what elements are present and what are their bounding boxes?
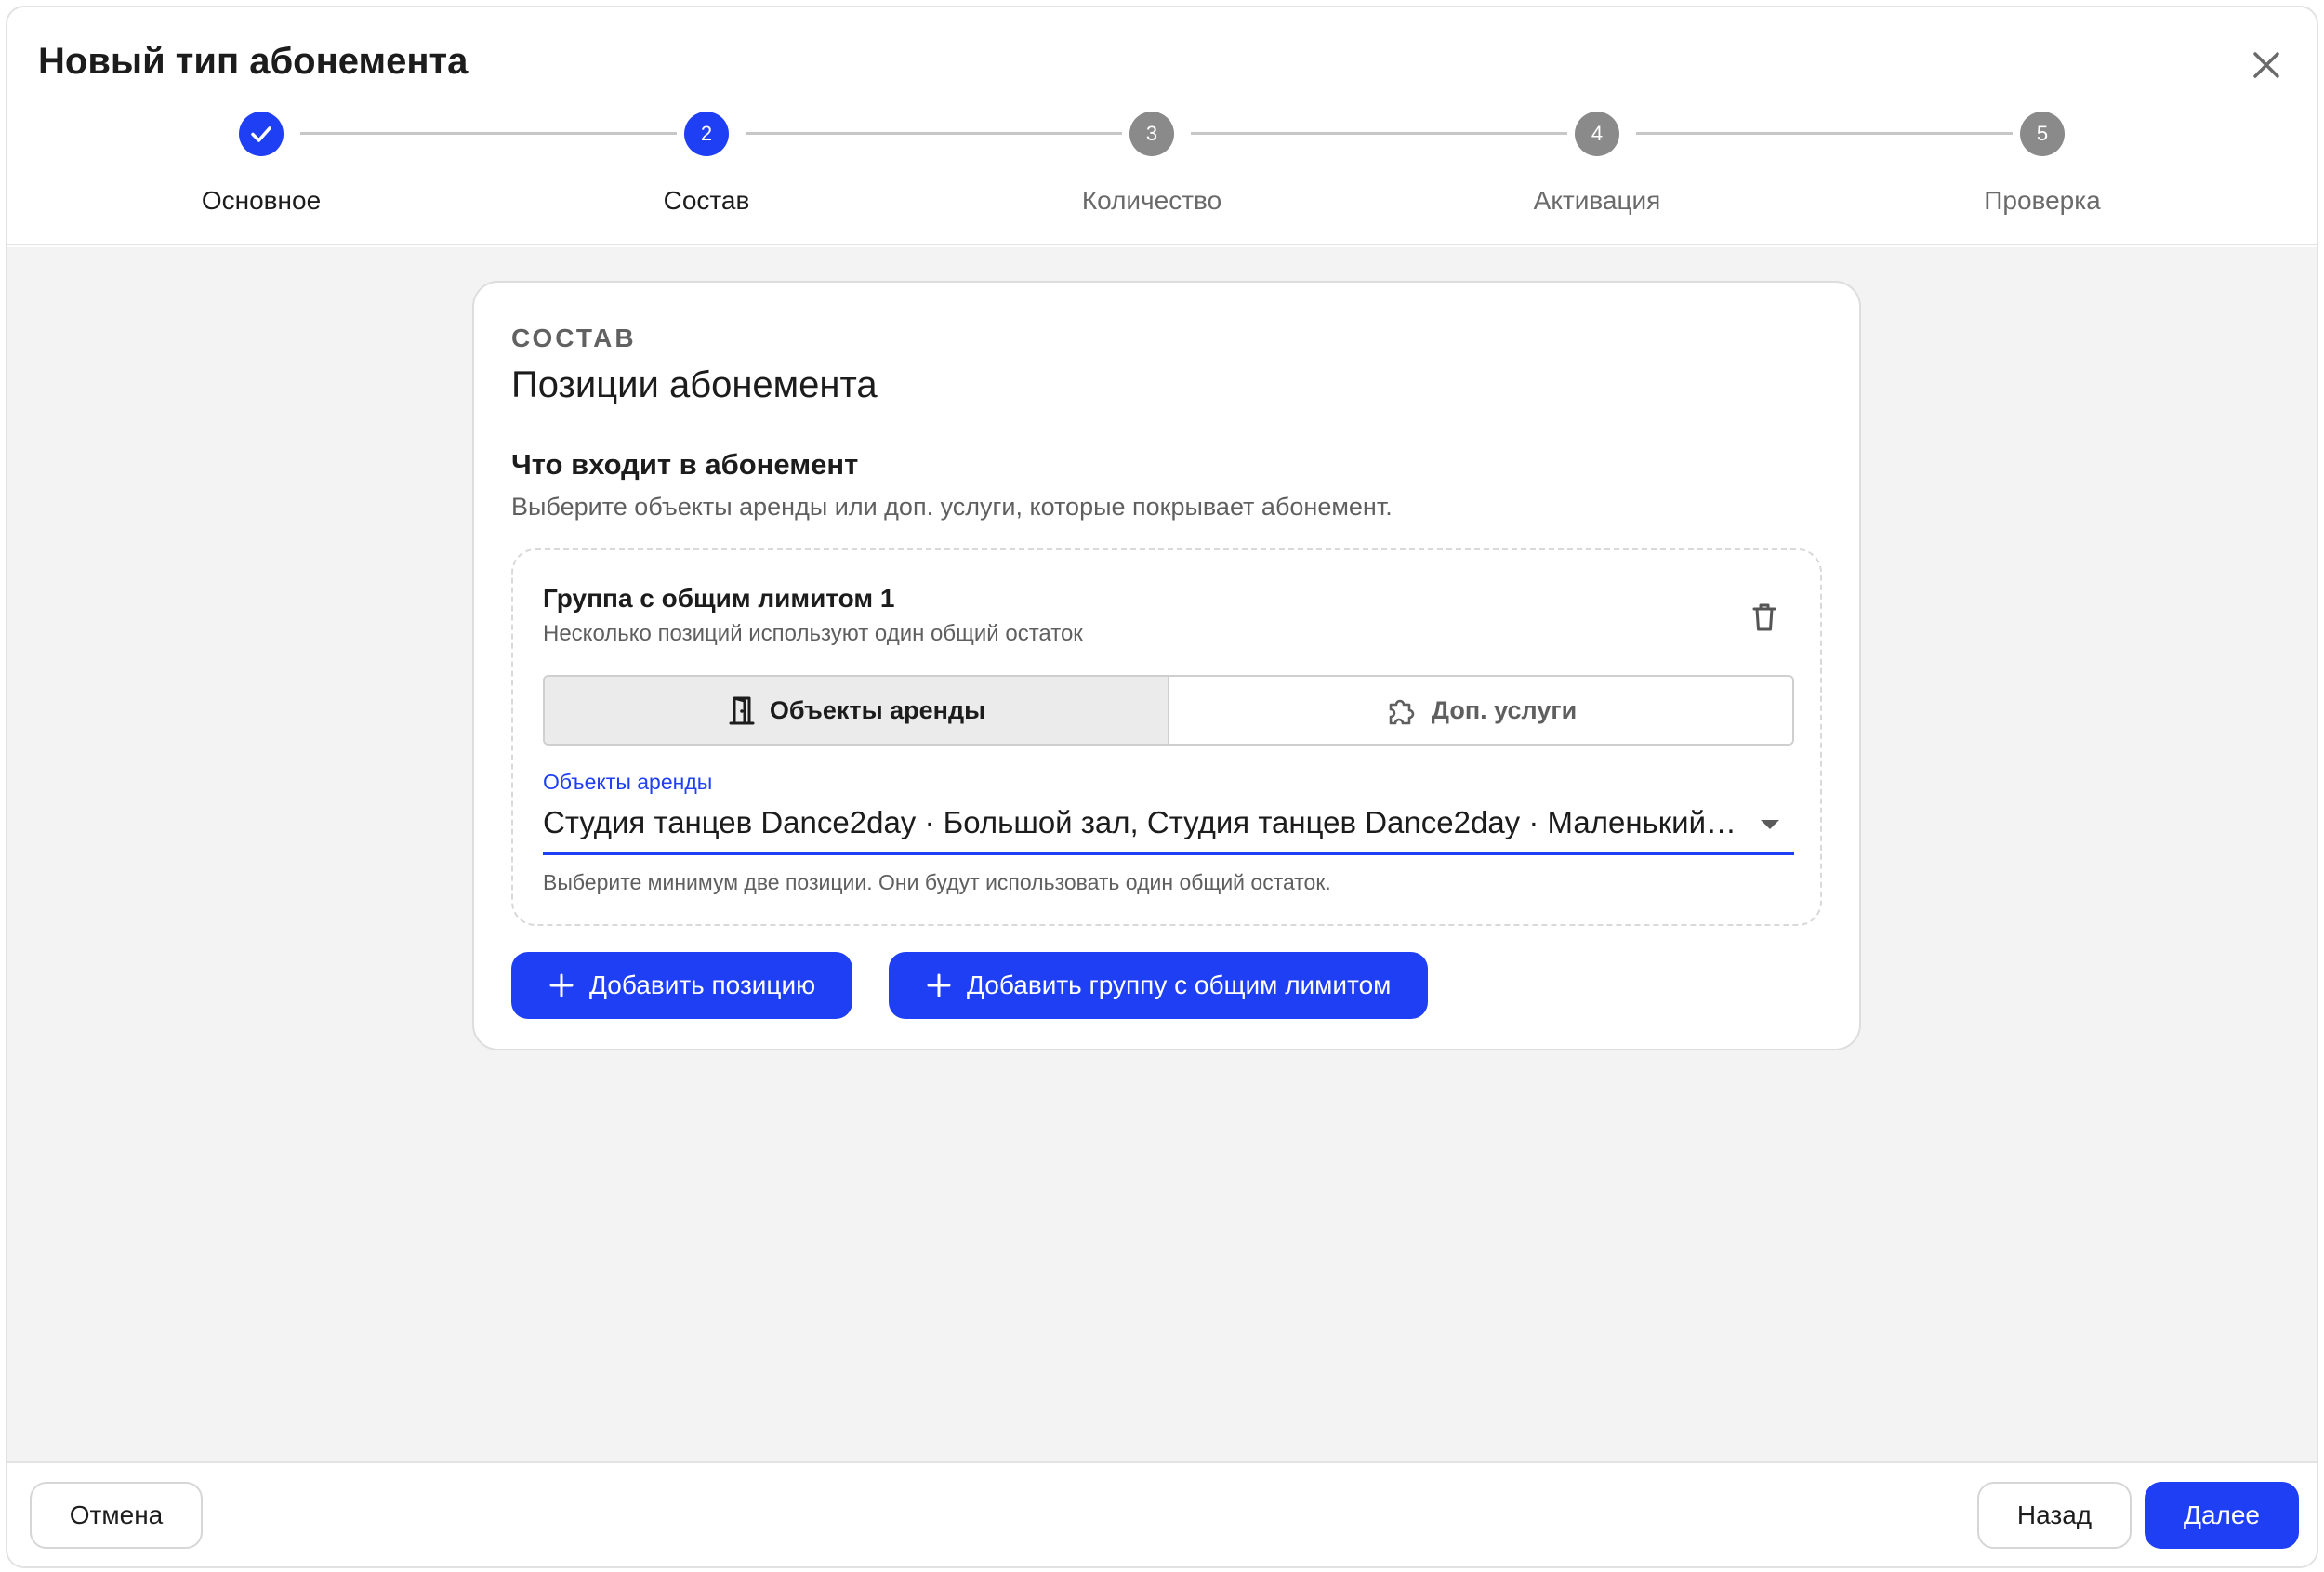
add-group-label: Добавить группу с общим лимитом (967, 971, 1392, 999)
plus-icon (927, 973, 951, 997)
delete-group-button[interactable] (1746, 599, 1783, 636)
section-overline: СОСТАВ (511, 324, 637, 352)
toggle-services-label: Доп. услуги (1431, 695, 1578, 724)
plus-icon (549, 973, 574, 997)
puzzle-icon (1389, 699, 1415, 725)
add-position-button[interactable]: Добавить позицию (511, 952, 853, 1019)
step-5-label: Проверка (1984, 186, 2101, 215)
step-3-label: Количество (1081, 186, 1222, 215)
toggle-rental-objects[interactable]: Объекты аренды (545, 677, 1169, 744)
card-title: Позиции абонемента (511, 364, 878, 405)
composition-card: СОСТАВ Позиции абонемента Что входит в а… (472, 281, 1861, 1050)
group-title: Группа с общим лимитом 1 (543, 584, 895, 613)
dialog: Новый тип абонемента 2 3 4 5 Основное Со… (6, 6, 2318, 1568)
section-title: Что входит в абонемент (511, 448, 859, 481)
step-3-number: 3 (1129, 112, 1174, 156)
add-group-button[interactable]: Добавить группу с общим лимитом (889, 952, 1429, 1019)
dialog-title: Новый тип абонемента (38, 41, 469, 82)
dialog-body: СОСТАВ Позиции абонемента Что входит в а… (7, 247, 2317, 1465)
step-connector (1636, 132, 2013, 135)
step-5-number: 5 (2020, 112, 2065, 156)
step-connector (1191, 132, 1567, 135)
close-icon (2253, 52, 2279, 78)
dropdown-arrow-icon (1761, 820, 1779, 829)
step-4-number: 4 (1575, 112, 1619, 156)
add-position-label: Добавить позицию (589, 971, 816, 999)
toggle-extra-services[interactable]: Доп. услуги (1169, 677, 1792, 744)
step-2-number: 2 (684, 112, 729, 156)
step-4-label: Активация (1533, 186, 1661, 215)
step-connector (300, 132, 677, 135)
dialog-header: Новый тип абонемента 2 3 4 5 Основное Со… (7, 7, 2317, 245)
close-button[interactable] (2246, 45, 2287, 86)
door-icon (729, 696, 755, 725)
group-description: Несколько позиций используют один общий … (543, 621, 1083, 646)
next-button[interactable]: Далее (2145, 1482, 2299, 1549)
item-type-toggle: Объекты аренды Доп. услуги (543, 675, 1794, 746)
rental-objects-select[interactable]: Студия танцев Dance2day · Большой зал, С… (543, 801, 1794, 855)
step-1-check-icon (239, 112, 284, 156)
rental-objects-value: Студия танцев Dance2day · Большой зал, С… (543, 805, 1742, 839)
toggle-rental-label: Объекты аренды (769, 695, 986, 724)
step-connector (746, 132, 1122, 135)
shared-limit-group: Группа с общим лимитом 1 Несколько позиц… (511, 548, 1822, 926)
cancel-button[interactable]: Отмена (30, 1482, 203, 1549)
stepper: 2 3 4 5 Основное Состав Количество Актив… (7, 108, 2317, 219)
step-1-label: Основное (201, 186, 322, 215)
back-button[interactable]: Назад (1977, 1482, 2132, 1549)
trash-icon (1752, 603, 1776, 631)
step-2-label: Состав (663, 186, 750, 215)
rental-objects-helper: Выберите минимум две позиции. Они будут … (543, 870, 1331, 894)
section-description: Выберите объекты аренды или доп. услуги,… (511, 493, 1393, 521)
rental-objects-label: Объекты аренды (543, 770, 713, 794)
dialog-footer: Отмена Назад Далее (7, 1461, 2317, 1566)
